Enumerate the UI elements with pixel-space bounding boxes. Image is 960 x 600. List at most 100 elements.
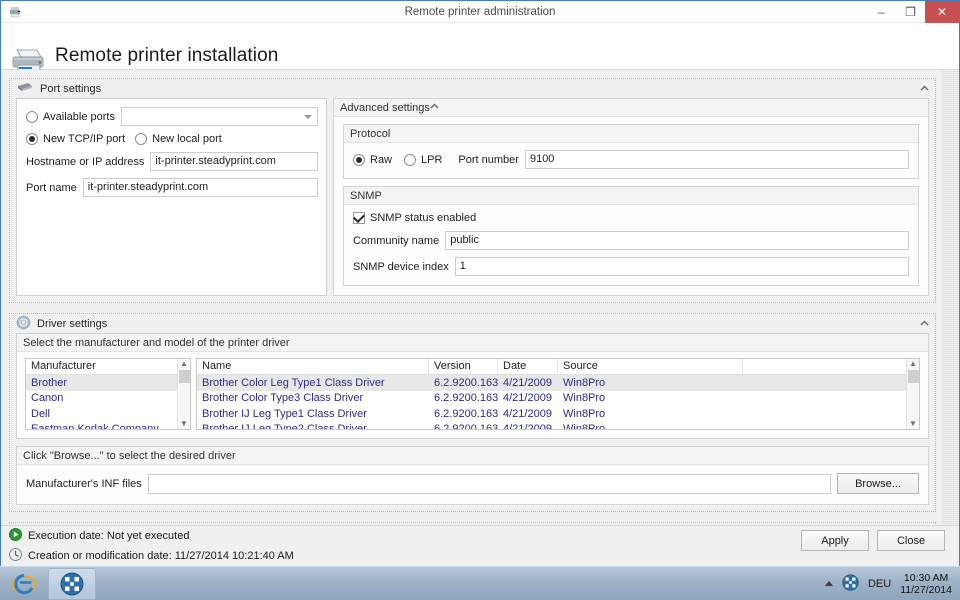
close-dialog-button[interactable]: Close [877, 530, 945, 551]
manufacturer-name: Canon [31, 392, 64, 405]
protocol-row: Raw LPR Port number 9100 [353, 150, 909, 169]
taskbar-item-steadyprint[interactable] [48, 567, 96, 600]
new-local-port-radio[interactable]: New local port [135, 133, 222, 145]
available-ports-label: Available ports [43, 110, 115, 123]
driver-version: 6.2.9200.16384 [434, 407, 498, 420]
driver-version: 6.2.9200.16384 [434, 392, 498, 405]
chevron-up-icon[interactable] [920, 84, 929, 93]
protocol-raw-label: Raw [370, 153, 393, 166]
new-tcpip-port-radio[interactable]: New TCP/IP port [26, 133, 125, 145]
inf-files-label: Manufacturer's INF files [26, 477, 142, 490]
steadyprint-tray-icon[interactable] [842, 573, 859, 594]
driver-table[interactable]: Name Version Date Source Brother Color L… [196, 358, 920, 430]
device-index-input[interactable]: 1 [454, 257, 909, 276]
snmp-enabled-row: SNMP status enabled [353, 212, 909, 224]
inf-files-input[interactable] [147, 473, 831, 494]
modification-date-row: Creation or modification date: 11/27/201… [1, 546, 801, 566]
driver-select-group: Select the manufacturer and model of the… [16, 333, 929, 439]
snmp-title: SNMP [350, 189, 382, 202]
checkbox-indicator [353, 212, 365, 224]
protocol-raw-radio[interactable]: Raw [353, 153, 393, 166]
driver-version: 6.2.9200.16384 [434, 376, 498, 389]
table-row[interactable]: Brother Color Leg Type1 Class Driver 6.2… [197, 375, 919, 391]
list-item[interactable]: Eastman Kodak Company [26, 422, 190, 429]
advanced-settings-panel: Advanced settings Protocol Raw LPR Port … [333, 98, 929, 296]
table-row[interactable]: Brother IJ Leg Type1 Class Driver 6.2.92… [197, 406, 919, 422]
action-buttons: Apply Close [801, 526, 959, 553]
restore-button[interactable]: ❐ [896, 1, 925, 23]
hostname-input[interactable]: it-printer.steadyprint.com [150, 152, 318, 171]
column-version[interactable]: Version [429, 359, 498, 374]
community-name-input[interactable]: public [445, 231, 909, 250]
radio-indicator [135, 133, 148, 145]
driver-select-instruction: Select the manufacturer and model of the… [23, 336, 290, 349]
taskbar-item-internet-explorer[interactable] [0, 568, 48, 600]
scroll-down-icon[interactable]: ▼ [909, 419, 917, 429]
title-bar: Remote printer administration – ❐ ✕ [1, 1, 959, 23]
scrollbar-thumb[interactable] [178, 370, 190, 383]
port-number-input[interactable]: 9100 [524, 150, 909, 169]
table-row[interactable]: Brother IJ Leg Type2 Class Driver 6.2.92… [197, 422, 919, 430]
scroll-down-icon[interactable]: ▼ [180, 419, 188, 429]
apply-button[interactable]: Apply [801, 530, 869, 551]
protocol-title: Protocol [350, 127, 391, 140]
column-name[interactable]: Name [197, 359, 429, 374]
clock[interactable]: 10:30 AM 11/27/2014 [900, 572, 952, 596]
triangle-up-icon[interactable] [824, 581, 833, 586]
system-tray: DEU 10:30 AM 11/27/2014 [824, 572, 960, 596]
manufacturer-list[interactable]: Manufacturer Brother Canon Dell Eastman … [25, 358, 191, 430]
advanced-settings-header[interactable]: Advanced settings [334, 99, 928, 117]
driver-source: Win8Pro [563, 407, 606, 420]
planned-execution-panel: Planned execution date: 11/27/2014 15 [9, 522, 936, 525]
close-button[interactable]: ✕ [925, 1, 959, 23]
hostname-label: Hostname or IP address [26, 155, 145, 168]
manufacturer-name: Brother [31, 376, 68, 389]
available-ports-dropdown[interactable] [120, 107, 318, 126]
port-name-input[interactable]: it-printer.steadyprint.com [82, 178, 318, 197]
list-item[interactable]: Canon [26, 391, 190, 407]
driver-settings-header[interactable]: Driver settings [10, 314, 935, 333]
chevron-down-icon [304, 114, 312, 119]
snmp-status-label: SNMP status enabled [370, 212, 477, 224]
clock-time: 10:30 AM [903, 571, 949, 584]
new-local-port-label: New local port [152, 133, 222, 145]
protocol-lpr-radio[interactable]: LPR [404, 153, 442, 166]
modification-date-text: Creation or modification date: 11/27/201… [28, 550, 294, 562]
protocol-group: Protocol Raw LPR Port number 9100 [343, 124, 919, 179]
table-row[interactable]: Brother Color Type3 Class Driver 6.2.920… [197, 391, 919, 407]
chevron-up-icon[interactable] [430, 102, 439, 114]
port-settings-header[interactable]: Port settings [10, 79, 935, 98]
list-item[interactable]: Dell [26, 406, 190, 422]
window-title: Remote printer administration [404, 5, 556, 18]
driver-name: Brother Color Leg Type1 Class Driver [202, 376, 385, 389]
driver-settings-label: Driver settings [37, 317, 108, 330]
browse-button[interactable]: Browse... [837, 473, 919, 494]
page-header: Remote printer installation No informati… [1, 23, 959, 84]
driver-name: Brother IJ Leg Type1 Class Driver [202, 407, 367, 420]
manufacturer-list-scrollbar[interactable]: ▲ ▼ [177, 359, 190, 429]
column-source[interactable]: Source [558, 359, 743, 374]
port-selection-box: Available ports New TCP/IP port New loca… [16, 98, 327, 296]
chevron-up-icon[interactable] [920, 319, 929, 328]
footer: Execution date: Not yet executed Creatio… [1, 525, 959, 566]
scroll-up-icon[interactable]: ▲ [909, 359, 917, 369]
minimize-button[interactable]: – [867, 1, 896, 23]
port-type-row: New TCP/IP port New local port [26, 133, 318, 145]
snmp-header: SNMP [344, 187, 918, 205]
snmp-status-checkbox[interactable]: SNMP status enabled [353, 212, 476, 224]
available-ports-radio[interactable]: Available ports [26, 110, 115, 123]
driver-date: 4/21/2009 [503, 407, 552, 420]
column-blank[interactable] [743, 359, 919, 374]
content-scrollbar[interactable] [942, 70, 959, 525]
scrollbar-thumb[interactable] [907, 370, 919, 383]
list-item[interactable]: Brother [26, 375, 190, 391]
language-indicator[interactable]: DEU [868, 578, 891, 590]
column-date[interactable]: Date [498, 359, 558, 374]
radio-indicator [26, 110, 38, 123]
screen: Remote printer administration – ❐ ✕ Remo… [0, 0, 960, 600]
radio-indicator [404, 153, 417, 166]
scroll-up-icon[interactable]: ▲ [180, 359, 188, 369]
browse-header: Click "Browse..." to select the desired … [17, 447, 928, 465]
driver-source: Win8Pro [563, 423, 606, 430]
driver-table-scrollbar[interactable]: ▲ ▼ [906, 359, 919, 429]
